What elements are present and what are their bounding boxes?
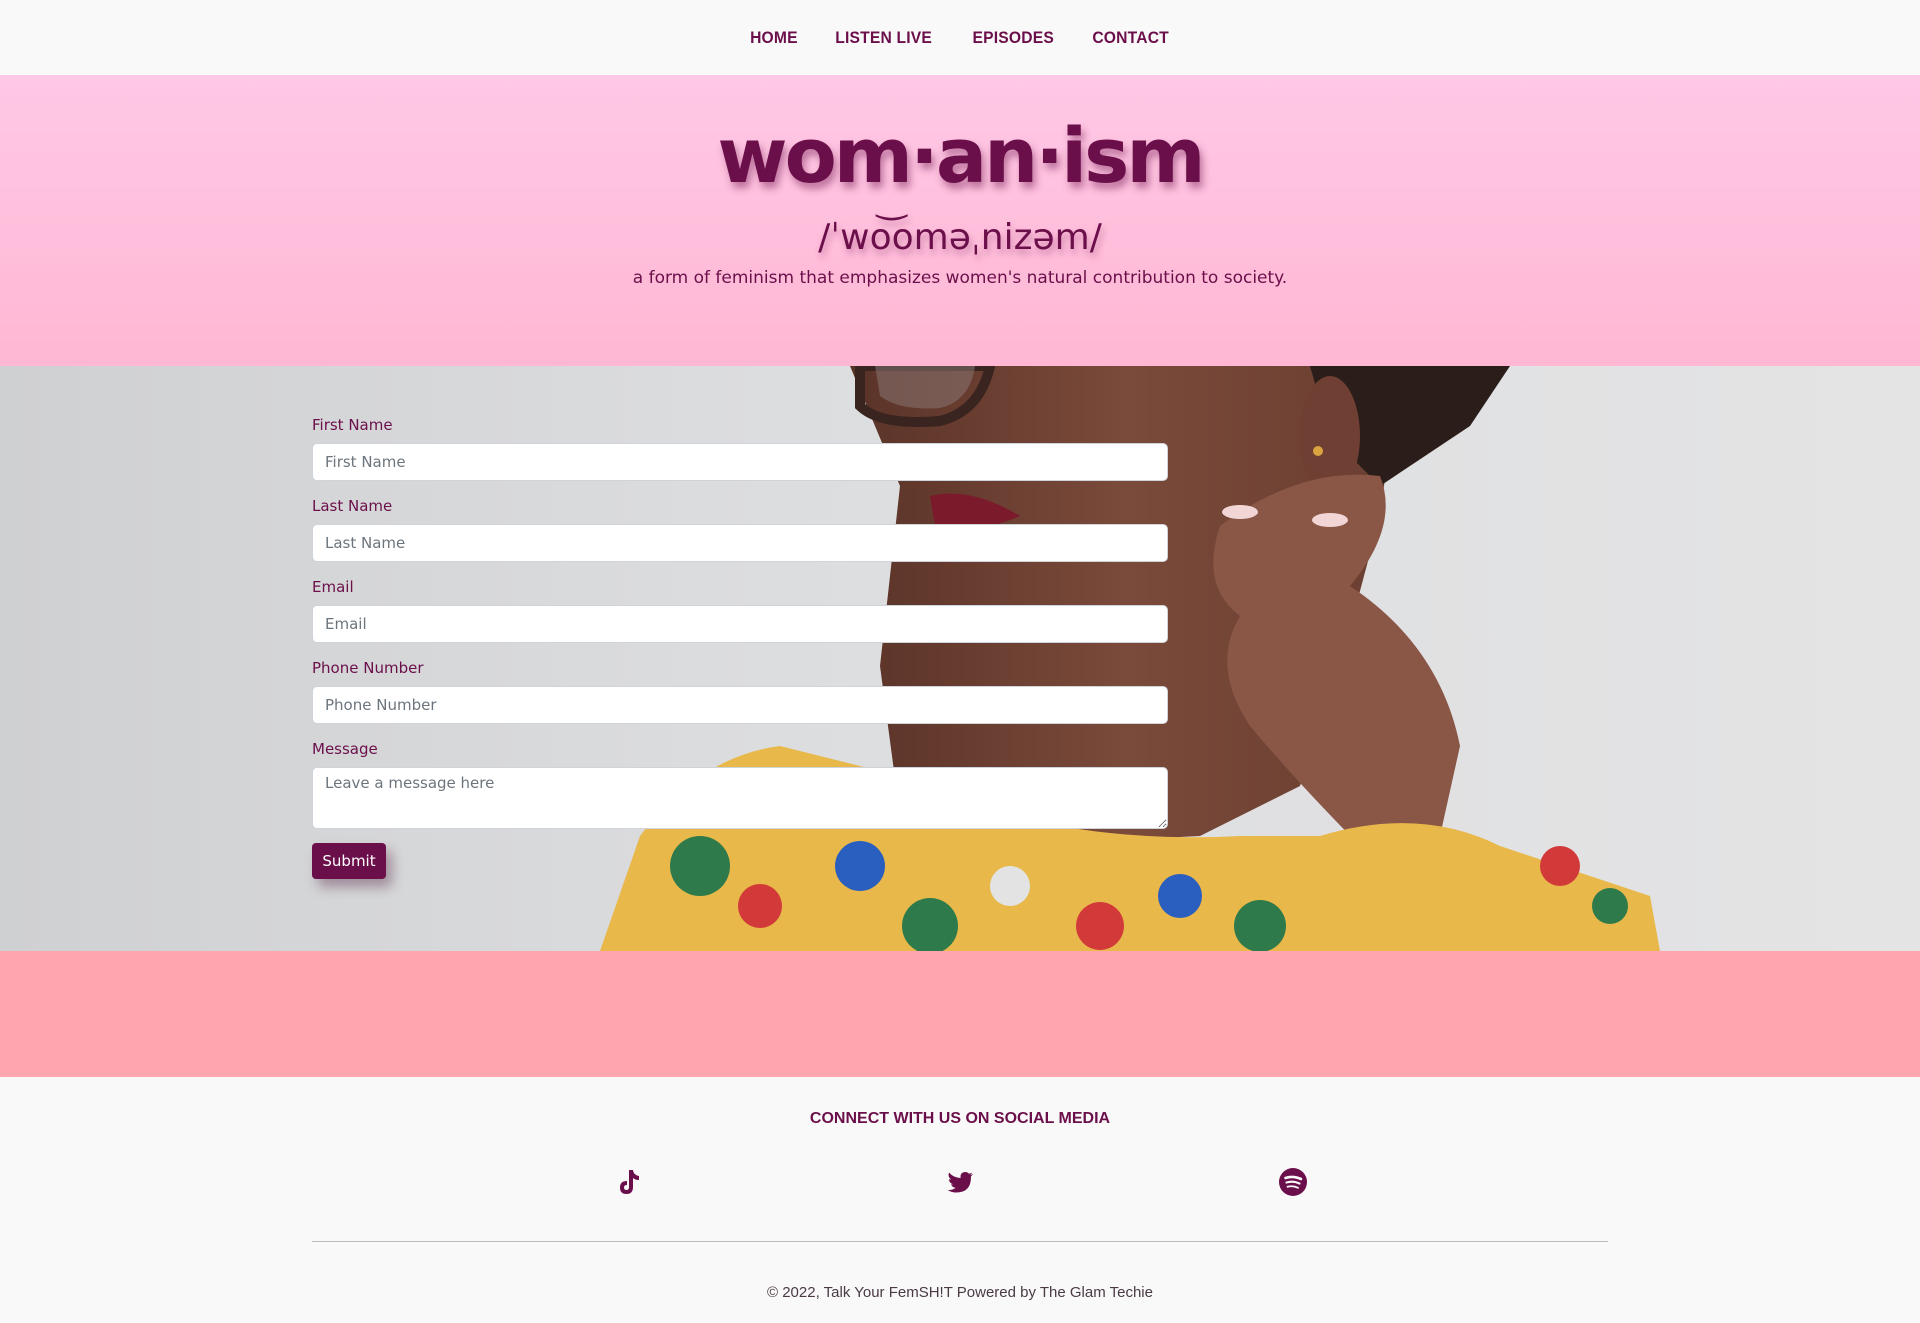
first-name-label: First Name: [312, 416, 393, 434]
spotify-icon[interactable]: [1277, 1166, 1309, 1198]
email-input[interactable]: [312, 605, 1168, 643]
nav-home-link[interactable]: HOME: [750, 28, 798, 48]
hero-definition: a form of feminism that emphasizes women…: [632, 268, 1288, 288]
phone-input[interactable]: [312, 686, 1168, 724]
last-name-group: Last Name: [312, 497, 1168, 562]
hero-pronunciation: /ˈwo͝oməˌnizəm/: [818, 217, 1102, 258]
email-label: Email: [312, 578, 354, 596]
contact-section: First Name Last Name Email Phone Number …: [0, 366, 1920, 951]
last-name-label: Last Name: [312, 497, 393, 515]
footer-divider: [312, 1241, 1608, 1242]
hero-title: wom·an·ism: [717, 111, 1205, 200]
hero-banner: wom·an·ism /ˈwo͝oməˌnizəm/ a form of fem…: [0, 75, 1920, 366]
nav-episodes-link[interactable]: EPISODES: [972, 28, 1053, 48]
phone-group: Phone Number: [312, 659, 1168, 724]
first-name-group: First Name: [312, 416, 1168, 481]
first-name-input[interactable]: [312, 443, 1168, 481]
twitter-icon[interactable]: [944, 1166, 976, 1198]
copyright-text: © 2022, Talk Your FemSH!T Powered by The…: [767, 1284, 1153, 1301]
tiktok-icon[interactable]: [612, 1166, 644, 1198]
submit-button[interactable]: Submit: [312, 843, 386, 879]
message-label: Message: [312, 740, 378, 758]
nav-contact-link[interactable]: CONTACT: [1092, 28, 1169, 48]
social-heading: CONNECT WITH US ON SOCIAL MEDIA: [809, 1110, 1111, 1127]
last-name-input[interactable]: [312, 524, 1168, 562]
message-textarea[interactable]: [312, 767, 1168, 829]
contact-form: First Name Last Name Email Phone Number …: [312, 416, 1168, 879]
footer: CONNECT WITH US ON SOCIAL MEDIA © 2022, …: [0, 1077, 1920, 1323]
phone-label: Phone Number: [312, 659, 424, 677]
decorative-band: [0, 951, 1920, 1077]
email-group: Email: [312, 578, 1168, 643]
main-nav: HOME LISTEN LIVE EPISODES CONTACT: [0, 0, 1920, 75]
message-group: Message: [312, 740, 1168, 829]
nav-listen-live-link[interactable]: LISTEN LIVE: [836, 28, 933, 48]
